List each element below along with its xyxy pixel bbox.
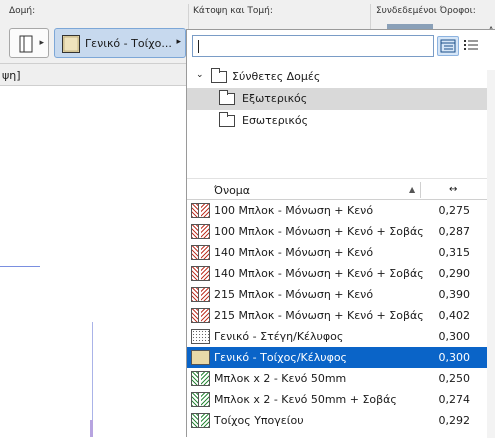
table-row[interactable]: 215 Μπλοκ - Μόνωση + Κενό 0,390 [187, 284, 487, 305]
chevron-down-icon[interactable]: ⌄ [196, 70, 204, 80]
row-name: Μπλοκ x 2 - Κενό 50mm + Σοβάς [214, 393, 397, 406]
basic-wall-icon [19, 35, 33, 53]
row-thickness: 0,274 [438, 393, 471, 406]
row-thickness: 0,275 [438, 204, 471, 217]
list-with-preview-button[interactable] [437, 36, 459, 56]
composite-swatch-icon [62, 35, 80, 53]
composite-picker-popup: ▼ ⌄ Σύνθετες Δομές Εξωτερικός Εσωτερικός… [186, 29, 495, 438]
row-thickness: 0,300 [438, 330, 471, 343]
row-thickness: 0,315 [438, 246, 471, 259]
column-header-name[interactable]: Όνομα [214, 184, 250, 197]
text-caret [198, 40, 199, 53]
composite-swatch-icon [191, 350, 210, 365]
row-thickness: 0,290 [438, 267, 471, 280]
composite-name: Γενικό - Τοίχο... [85, 37, 172, 50]
table-row[interactable]: Γενικό - Στέγη/Κέλυφος 0,300 [187, 326, 487, 347]
row-name: 140 Μπλοκ - Μόνωση + Κενό + Σοβάς [214, 267, 424, 280]
row-thickness: 0,300 [438, 351, 471, 364]
row-thickness: 0,292 [438, 414, 471, 427]
row-name: 215 Μπλοκ - Μόνωση + Κενό [214, 288, 374, 301]
view-header: ψη] [0, 64, 186, 86]
row-thickness: 0,250 [438, 372, 471, 385]
row-name: 100 Μπλοκ - Μόνωση + Κενό [214, 204, 374, 217]
folder-icon [211, 68, 227, 83]
chevron-right-icon: ▸ [39, 38, 44, 48]
search-input[interactable] [192, 35, 434, 57]
floorplan-section-label: Κάτοψη και Τομή: [193, 6, 273, 16]
row-name: Τοίχος Υπογείου [214, 414, 304, 427]
composite-swatch-icon [191, 245, 210, 260]
table-header: Όνομα ▲ ↔ [187, 180, 487, 200]
tree-item-label: Σύνθετες Δομές [232, 70, 321, 83]
drawing-line [90, 420, 93, 437]
composite-swatch-icon [191, 371, 210, 386]
thickness-column-icon[interactable]: ↔ [449, 184, 457, 195]
table-row[interactable]: 215 Μπλοκ - Μόνωση + Κενό + Σοβάς 0,402 [187, 305, 487, 326]
structure-type-button[interactable]: ▸ [9, 28, 49, 58]
table-row[interactable]: 100 Μπλοκ - Μόνωση + Κενό + Σοβάς 0,287 [187, 221, 487, 242]
list-with-preview-icon [440, 39, 456, 53]
table-row[interactable]: 140 Μπλοκ - Μόνωση + Κενό + Σοβάς 0,290 [187, 263, 487, 284]
row-name: 215 Μπλοκ - Μόνωση + Κενό + Σοβάς [214, 309, 424, 322]
structure-label: Δομή: [9, 6, 36, 16]
composite-swatch-icon [191, 413, 210, 428]
table-row[interactable]: Μπλοκ x 2 - Κενό 50mm 0,250 [187, 368, 487, 389]
scrollbar[interactable] [487, 70, 495, 438]
folder-icon [219, 112, 235, 127]
tree-root-folder[interactable]: ⌄ Σύνθετες Δομές [187, 66, 487, 88]
composite-swatch-icon [191, 392, 210, 407]
drawing-line [0, 266, 40, 267]
row-thickness: 0,390 [438, 288, 471, 301]
row-name: Γενικό - Τοίχος/Κέλυφος [214, 351, 348, 364]
pane-splitter[interactable] [187, 178, 487, 179]
table-row[interactable]: 140 Μπλοκ - Μόνωση + Κενό 0,315 [187, 242, 487, 263]
tree-item-interior[interactable]: Εσωτερικός [187, 110, 487, 132]
tree-item-label: Εσωτερικός [242, 114, 309, 127]
list-view-button[interactable] [461, 36, 483, 56]
column-separator[interactable] [420, 182, 421, 198]
linked-floors-label: Συνδεδεμένοι Όροφοι: [376, 6, 476, 16]
table-row[interactable]: Μπλοκ x 2 - Κενό 50mm + Σοβάς 0,274 [187, 389, 487, 410]
composite-swatch-icon [191, 266, 210, 281]
tree-item-exterior[interactable]: Εξωτερικός [187, 88, 487, 110]
row-name: 100 Μπλοκ - Μόνωση + Κενό + Σοβάς [214, 225, 424, 238]
table-row[interactable]: Γενικό - Τοίχος/Κέλυφος 0,300 [187, 347, 487, 368]
folder-icon [219, 90, 235, 105]
view-title: ψη] [2, 69, 21, 82]
row-name: Γενικό - Στέγη/Κέλυφος [214, 330, 344, 343]
composite-swatch-icon [191, 203, 210, 218]
row-thickness: 0,287 [438, 225, 471, 238]
tree-item-label: Εξωτερικός [242, 92, 308, 105]
composite-swatch-icon [191, 308, 210, 323]
row-thickness: 0,402 [438, 309, 471, 322]
composite-swatch-icon [191, 287, 210, 302]
composite-swatch-icon [191, 224, 210, 239]
row-name: 140 Μπλοκ - Μόνωση + Κενό [214, 246, 374, 259]
table-row[interactable]: Τοίχος Υπογείου 0,292 [187, 410, 487, 431]
list-icon [464, 40, 478, 50]
composite-selector-button[interactable]: Γενικό - Τοίχο... ▸ [54, 28, 186, 58]
chevron-right-icon: ▸ [176, 37, 181, 47]
row-name: Μπλοκ x 2 - Κενό 50mm [214, 372, 347, 385]
table-row[interactable]: 100 Μπλοκ - Μόνωση + Κενό 0,275 [187, 200, 487, 221]
sort-ascending-icon: ▲ [409, 185, 416, 194]
composite-swatch-icon [191, 329, 210, 344]
